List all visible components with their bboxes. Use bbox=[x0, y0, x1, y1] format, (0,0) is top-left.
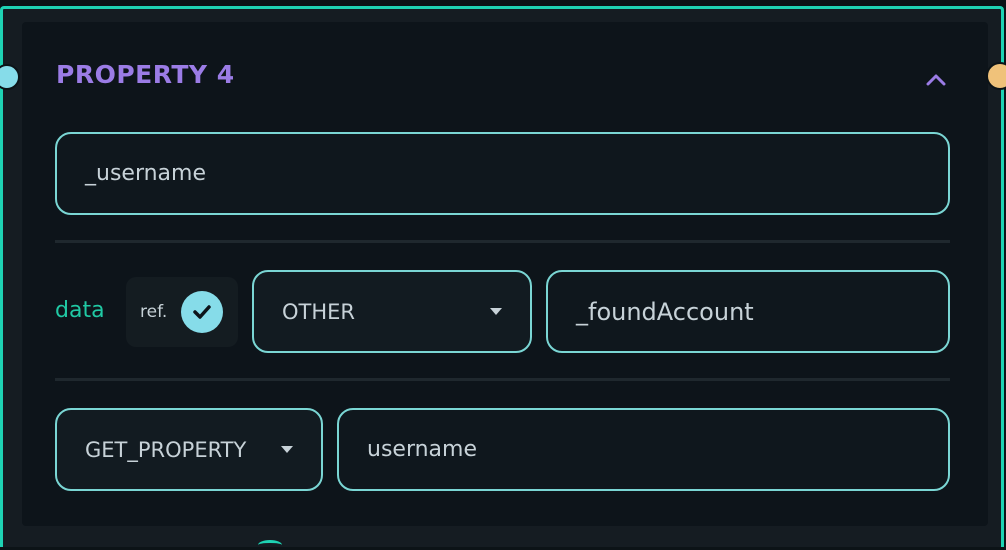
data-label: data bbox=[55, 298, 105, 323]
value-input-value: _foundAccount bbox=[576, 297, 754, 326]
type-select-value: OTHER bbox=[282, 299, 356, 324]
caret-down-icon bbox=[281, 446, 293, 453]
caret-down-icon bbox=[490, 308, 502, 315]
operation-select[interactable]: GET_PROPERTY bbox=[55, 408, 323, 491]
property-input[interactable]: username bbox=[337, 408, 950, 491]
property-input-value: username bbox=[367, 437, 477, 462]
ref-label: ref. bbox=[140, 302, 168, 322]
operation-select-value: GET_PROPERTY bbox=[85, 437, 247, 462]
output-port[interactable] bbox=[986, 62, 1006, 90]
divider bbox=[55, 240, 950, 243]
bottom-port[interactable] bbox=[258, 540, 282, 550]
type-select[interactable]: OTHER bbox=[252, 270, 532, 353]
name-input-value: _username bbox=[85, 161, 206, 186]
name-input[interactable]: _username bbox=[55, 132, 950, 215]
value-input[interactable]: _foundAccount bbox=[546, 270, 950, 353]
divider bbox=[55, 378, 950, 381]
chevron-up-icon[interactable] bbox=[925, 72, 947, 86]
ref-toggle[interactable]: ref. bbox=[126, 277, 238, 347]
node-title: PROPERTY 4 bbox=[56, 60, 235, 89]
checkmark-icon[interactable] bbox=[181, 291, 224, 333]
